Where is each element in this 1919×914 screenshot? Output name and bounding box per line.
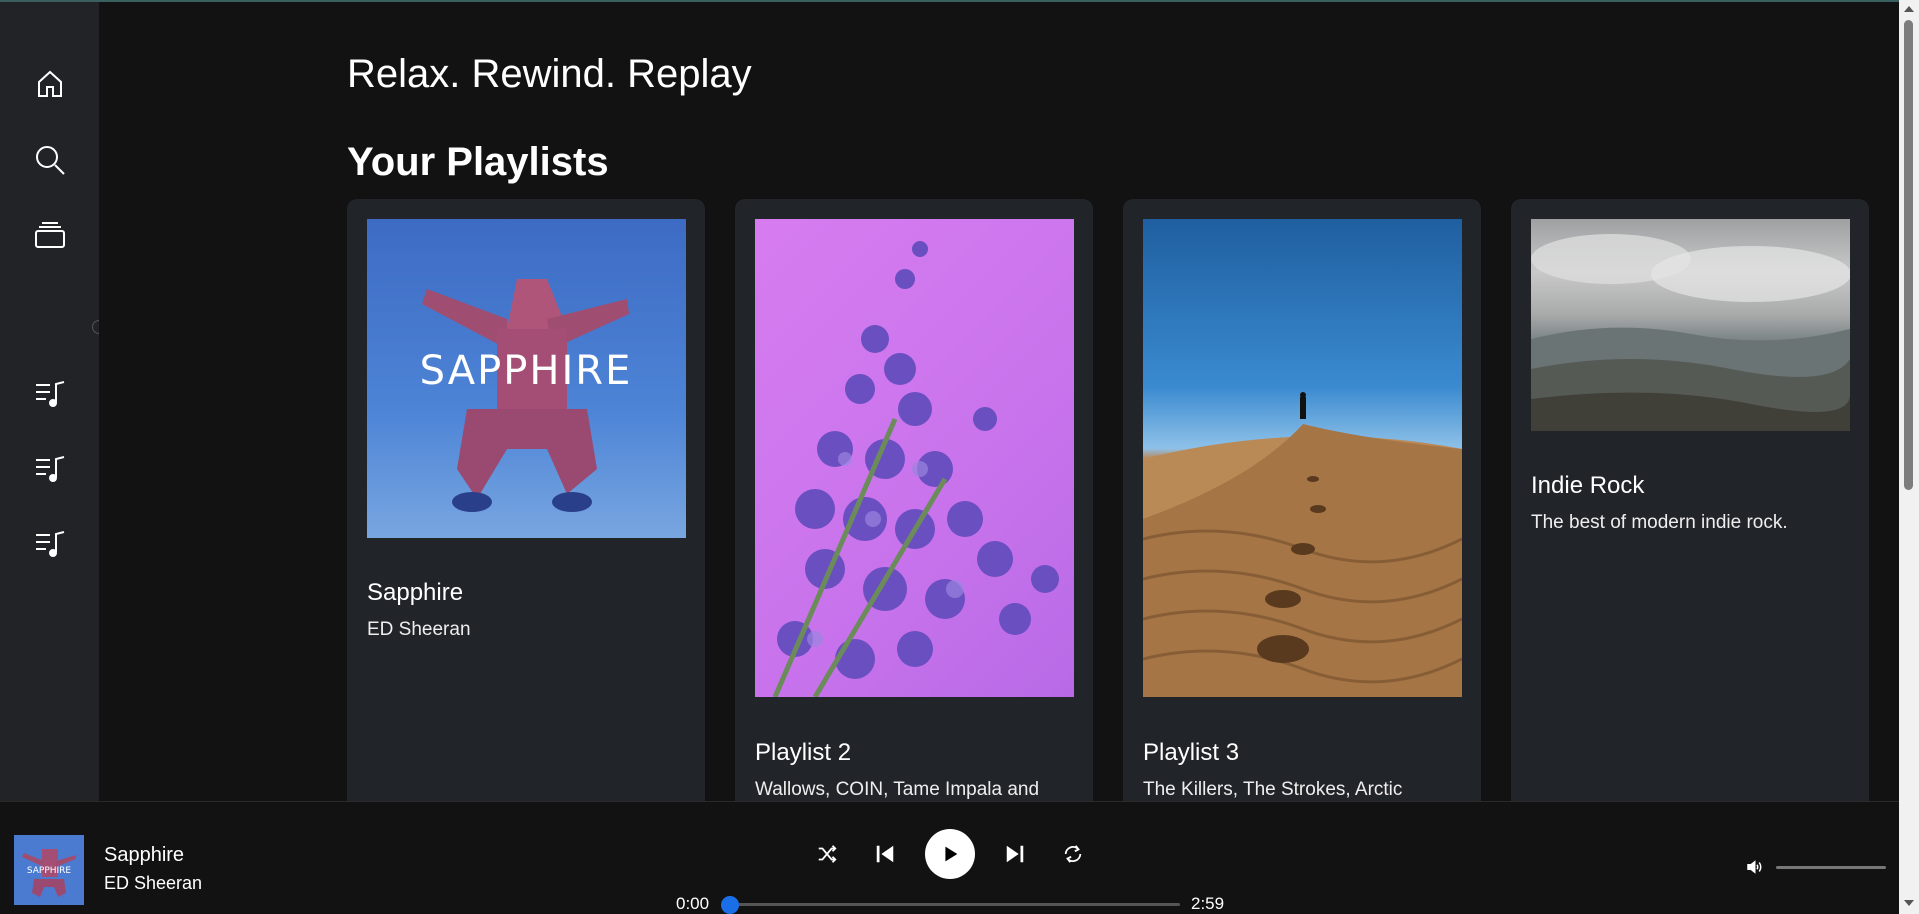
playlist-desc: ED Sheeran [367,619,471,640]
album-art [1531,219,1851,431]
playlist-name: Playlist 3 [1143,739,1240,766]
playlist-card[interactable]: SAPPHIRE Sapphire ED Sheeran [347,199,705,801]
search-icon[interactable] [30,140,70,180]
home-icon[interactable] [30,64,70,104]
playlist-card[interactable]: Playlist 3 The Killers, The Strokes, Arc… [1123,199,1481,801]
library-icon[interactable] [30,215,70,255]
svg-text:SAPPHIRE: SAPPHIRE [27,866,72,876]
scrollbar-thumb[interactable] [1904,20,1913,490]
repeat-icon[interactable] [1061,842,1085,866]
playlist-name: Sapphire [367,579,464,606]
album-art: SAPPHIRE [367,219,686,538]
now-playing-title: Sapphire [104,844,185,866]
progress-bar[interactable] [721,896,1180,914]
main-content: Relax. Rewind. Replay Your Playlists SAP… [99,0,1899,801]
sidebar [0,0,106,801]
player-bar: SAPPHIRE Sapphire ED Sheeran 0:00 2:59 [0,801,1899,914]
scroll-up-icon[interactable] [1904,6,1914,12]
scrollbar[interactable] [1899,0,1919,914]
album-art [755,219,1074,699]
duration: 2:59 [1191,894,1225,913]
playlist-card[interactable]: Playlist 2 Wallows, COIN, Tame Impala an… [735,199,1093,801]
shuffle-icon[interactable] [815,842,839,866]
volume-icon[interactable] [1744,857,1764,877]
playlist-icon[interactable] [30,524,70,564]
next-icon[interactable] [1003,842,1027,866]
current-time: 0:00 [676,894,710,913]
page-title: Relax. Rewind. Replay [347,52,752,96]
now-playing-artist: ED Sheeran [104,873,203,893]
playlist-desc: The best of modern indie rock. [1531,512,1788,533]
playlist-name: Indie Rock [1531,472,1645,499]
previous-icon[interactable] [873,842,897,866]
playlist-desc: The Killers, The Strokes, Arctic [1143,779,1403,800]
playlist-desc: Wallows, COIN, Tame Impala and [755,779,1040,800]
now-playing-art: SAPPHIRE [14,835,84,905]
progress-knob[interactable] [721,896,739,914]
volume-slider[interactable] [1776,866,1886,869]
album-art [1142,219,1463,697]
playlist-card[interactable]: Indie Rock The best of modern indie rock… [1511,199,1869,801]
scroll-down-icon[interactable] [1904,900,1914,906]
section-title: Your Playlists [347,140,609,184]
playlist-icon[interactable] [30,449,70,489]
svg-text:SAPPHIRE: SAPPHIRE [420,348,633,394]
playlist-icon[interactable] [30,374,70,414]
play-button[interactable] [925,829,975,879]
playlist-name: Playlist 2 [755,739,852,766]
